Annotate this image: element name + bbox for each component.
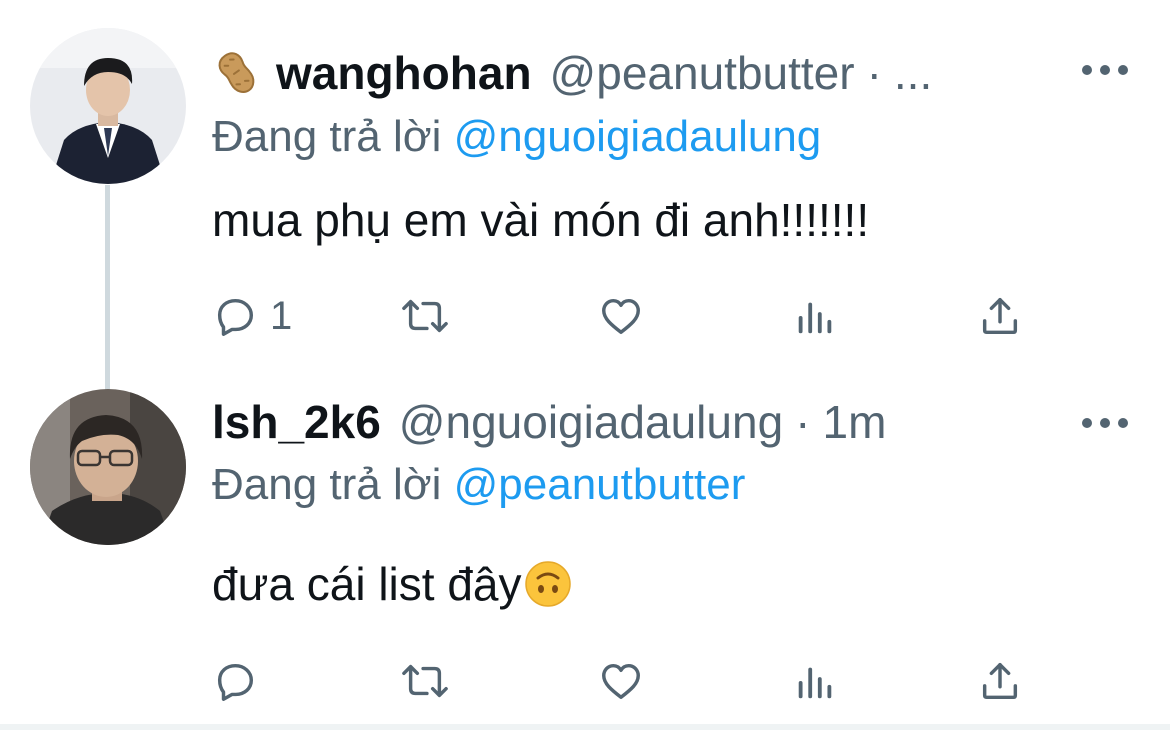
retweet-button[interactable] <box>397 286 453 346</box>
tweet-text-container: đưa cái list đây <box>212 557 572 611</box>
user-handle[interactable]: @nguoigiadaulung <box>399 395 783 449</box>
replying-prefix: Đang trả lời <box>212 112 454 161</box>
display-name[interactable]: lsh_2k6 <box>212 395 381 449</box>
reply-count: 1 <box>270 293 293 338</box>
replying-prefix: Đang trả lời <box>212 460 454 509</box>
replying-mention-link[interactable]: @nguoigiadaulung <box>454 112 822 161</box>
avatar[interactable] <box>30 389 186 545</box>
analytics-icon <box>798 302 832 334</box>
tweet-text: mua phụ em vài món đi anh!!!!!!! <box>212 194 870 246</box>
more-dot-icon <box>1118 418 1128 428</box>
analytics-icon <box>798 667 832 699</box>
retweet-button[interactable] <box>397 651 453 711</box>
reply-icon <box>217 298 254 336</box>
peanut-icon <box>218 52 255 93</box>
share-icon <box>982 297 1018 335</box>
tweet[interactable]: lsh_2k6 @nguoigiadaulung · 1m Đang trả l… <box>0 375 1170 725</box>
display-name[interactable]: wanghohan <box>276 46 532 100</box>
reply-button[interactable]: 1 <box>212 286 292 346</box>
more-dot-icon <box>1082 418 1092 428</box>
share-icon <box>982 662 1018 700</box>
more-dot-icon <box>1100 65 1110 75</box>
replying-mention-link[interactable]: @peanutbutter <box>454 460 746 509</box>
tweet-text: đưa cái list đây <box>212 558 522 610</box>
more-dot-icon <box>1082 65 1092 75</box>
heart-icon <box>602 663 640 700</box>
more-options-button[interactable] <box>1082 60 1128 80</box>
more-dot-icon <box>1100 418 1110 428</box>
separator-dot: · <box>866 47 882 99</box>
reply-button[interactable] <box>212 651 270 711</box>
more-options-button[interactable] <box>1082 413 1128 433</box>
retweet-icon <box>402 664 448 698</box>
avatar[interactable] <box>30 28 186 184</box>
tweet[interactable]: wanghohan @peanutbutter · ... Đang trả l… <box>0 0 1170 375</box>
action-bar <box>212 651 1042 711</box>
more-dot-icon <box>1118 65 1128 75</box>
timestamp[interactable]: 1m <box>822 395 886 449</box>
action-bar: 1 <box>212 286 1042 346</box>
divider <box>0 724 1170 730</box>
upside-down-face-emoji <box>524 561 571 607</box>
tweet-header: lsh_2k6 @nguoigiadaulung · 1m <box>212 387 1100 457</box>
tweet-header: wanghohan @peanutbutter · ... <box>212 38 1100 108</box>
like-button[interactable] <box>597 651 645 711</box>
timestamp[interactable]: ... <box>894 46 932 100</box>
separator-dot: · <box>795 396 811 448</box>
replying-to: Đang trả lời @peanutbutter <box>212 460 745 510</box>
like-button[interactable] <box>597 286 645 346</box>
share-button[interactable] <box>977 651 1023 711</box>
reply-icon <box>217 663 254 701</box>
share-button[interactable] <box>977 286 1023 346</box>
user-handle[interactable]: @peanutbutter <box>550 46 855 100</box>
heart-icon <box>602 298 640 335</box>
retweet-icon <box>402 299 448 333</box>
replying-to: Đang trả lời @nguoigiadaulung <box>212 112 821 162</box>
views-button[interactable] <box>792 651 838 711</box>
views-button[interactable] <box>792 286 838 346</box>
